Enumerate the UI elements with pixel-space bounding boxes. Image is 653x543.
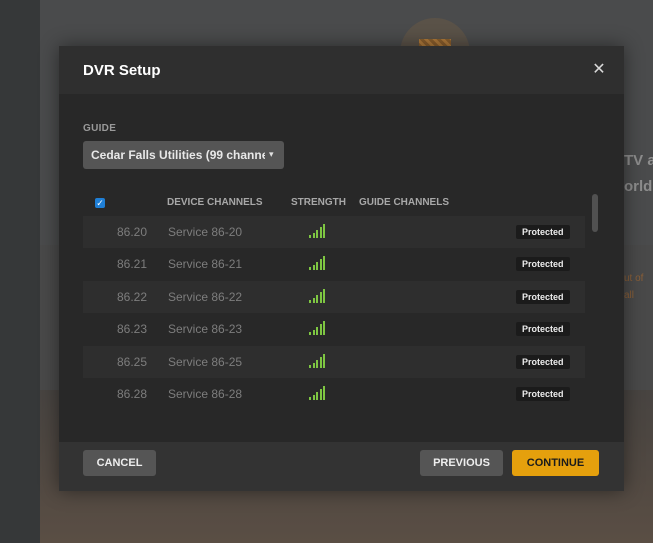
channel-name: Service 86-28 (168, 387, 243, 401)
signal-bar (312, 362, 315, 368)
signal-bar (323, 386, 325, 400)
signal-bar (309, 397, 311, 400)
channel-name: Service 86-25 (168, 354, 243, 369)
table-header: ✓ DEVICE CHANNELS STRENGTH GUIDE CHANNEL… (83, 190, 585, 216)
table-row[interactable]: 86.20 Service 86-20 Protected (83, 216, 585, 248)
signal-bar (319, 389, 322, 400)
signal-bar (323, 321, 325, 336)
signal-bar (323, 256, 325, 271)
channel-name: Service 86-21 (168, 257, 243, 272)
signal-bar (309, 364, 311, 368)
status-badge: Protected (516, 387, 570, 401)
signal-bar (309, 299, 311, 303)
status-badge: Protected (516, 225, 570, 239)
signal-strength-icon (309, 256, 327, 271)
guide-select-value: Cedar Falls Utilities (99 channels) (91, 148, 265, 162)
signal-bar (316, 230, 318, 238)
column-header-guide-channels: GUIDE CHANNELS (359, 197, 450, 208)
table-row[interactable]: 86.22 Service 86-22 Protected (83, 280, 585, 313)
table-row[interactable]: 86.23 Service 86-23 Protected (83, 313, 585, 346)
signal-bar (312, 233, 315, 238)
channel-table: ✓ DEVICE CHANNELS STRENGTH GUIDE CHANNEL… (83, 190, 585, 418)
signal-bar (316, 327, 318, 336)
background-text-line: orld. (624, 178, 653, 195)
channel-number: 86.28 (116, 387, 147, 401)
channel-number: 86.20 (116, 225, 147, 239)
signal-bar (312, 297, 315, 303)
signal-strength-icon (309, 353, 327, 368)
previous-button[interactable]: PREVIOUS (420, 450, 503, 476)
channel-name: Service 86-22 (168, 289, 243, 304)
column-header-strength: STRENGTH (291, 197, 346, 208)
background-sidebar (0, 0, 40, 543)
signal-bar (309, 267, 311, 271)
signal-strength-icon (309, 386, 327, 400)
status-badge: Protected (516, 289, 570, 304)
signal-bar (323, 288, 325, 303)
table-scrollbar[interactable] (592, 194, 598, 232)
background-text-line: TV a (624, 152, 653, 169)
signal-bar (316, 392, 318, 400)
guide-label: GUIDE (83, 123, 117, 134)
signal-bar (323, 224, 325, 238)
close-icon[interactable]: ✕ (589, 60, 609, 80)
signal-bar (312, 395, 315, 400)
signal-bar (312, 330, 315, 336)
dialog-header: DVR Setup ✕ (59, 46, 624, 94)
dialog-title: DVR Setup (83, 62, 161, 79)
signal-bar (319, 291, 322, 303)
background-link-line: ut of (624, 273, 644, 284)
status-badge: Protected (516, 322, 570, 337)
signal-bar (319, 227, 322, 238)
select-all-checkbox[interactable]: ✓ (95, 198, 105, 208)
signal-strength-icon (309, 321, 327, 336)
chevron-down-icon: ▾ (269, 149, 274, 159)
channel-name: Service 86-23 (168, 322, 243, 337)
channel-number: 86.25 (116, 354, 147, 369)
channel-number: 86.21 (116, 257, 147, 272)
table-row[interactable]: 86.25 Service 86-25 Protected (83, 345, 585, 378)
dvr-setup-dialog: DVR Setup ✕ GUIDE Cedar Falls Utilities … (59, 46, 624, 491)
table-row[interactable]: 86.21 Service 86-21 Protected (83, 248, 585, 281)
signal-bar (312, 265, 315, 271)
signal-bar (316, 359, 318, 368)
signal-bar (323, 353, 325, 368)
signal-strength-icon (309, 224, 327, 238)
signal-bar (319, 356, 322, 368)
signal-bar (309, 235, 311, 238)
channel-name: Service 86-20 (168, 225, 243, 239)
status-badge: Protected (516, 354, 570, 369)
channel-number: 86.22 (116, 289, 147, 304)
status-badge: Protected (516, 257, 570, 272)
background-link-line: all (624, 290, 635, 301)
signal-bar (309, 332, 311, 336)
signal-bar (319, 259, 322, 271)
channel-number: 86.23 (116, 322, 147, 337)
signal-bar (316, 262, 318, 271)
continue-button[interactable]: CONTINUE (512, 450, 599, 476)
guide-select[interactable]: Cedar Falls Utilities (99 channels) ▾ (83, 141, 284, 169)
signal-strength-icon (309, 288, 327, 303)
table-row[interactable]: 86.28 Service 86-28 Protected (83, 378, 585, 410)
dialog-footer: CANCEL PREVIOUS CONTINUE (59, 442, 624, 491)
cancel-button[interactable]: CANCEL (83, 450, 156, 476)
column-header-device-channels: DEVICE CHANNELS (167, 197, 263, 208)
signal-bar (316, 294, 318, 303)
signal-bar (319, 324, 322, 336)
